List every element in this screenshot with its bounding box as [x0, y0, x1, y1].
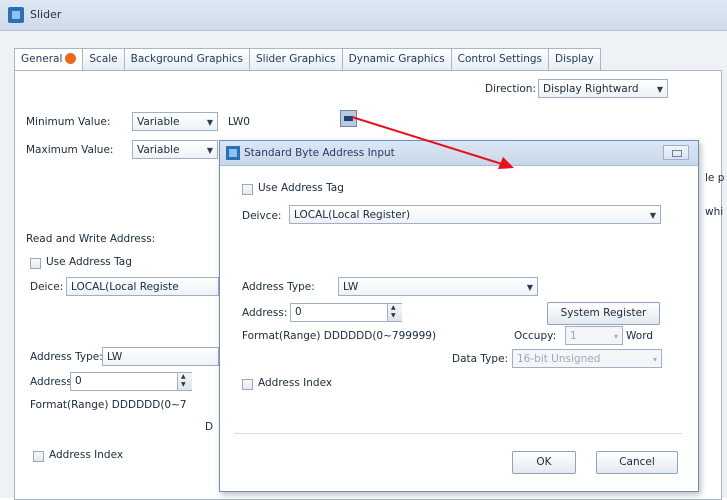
annotation-arrow	[351, 116, 514, 169]
arrow-shaft	[351, 116, 503, 165]
